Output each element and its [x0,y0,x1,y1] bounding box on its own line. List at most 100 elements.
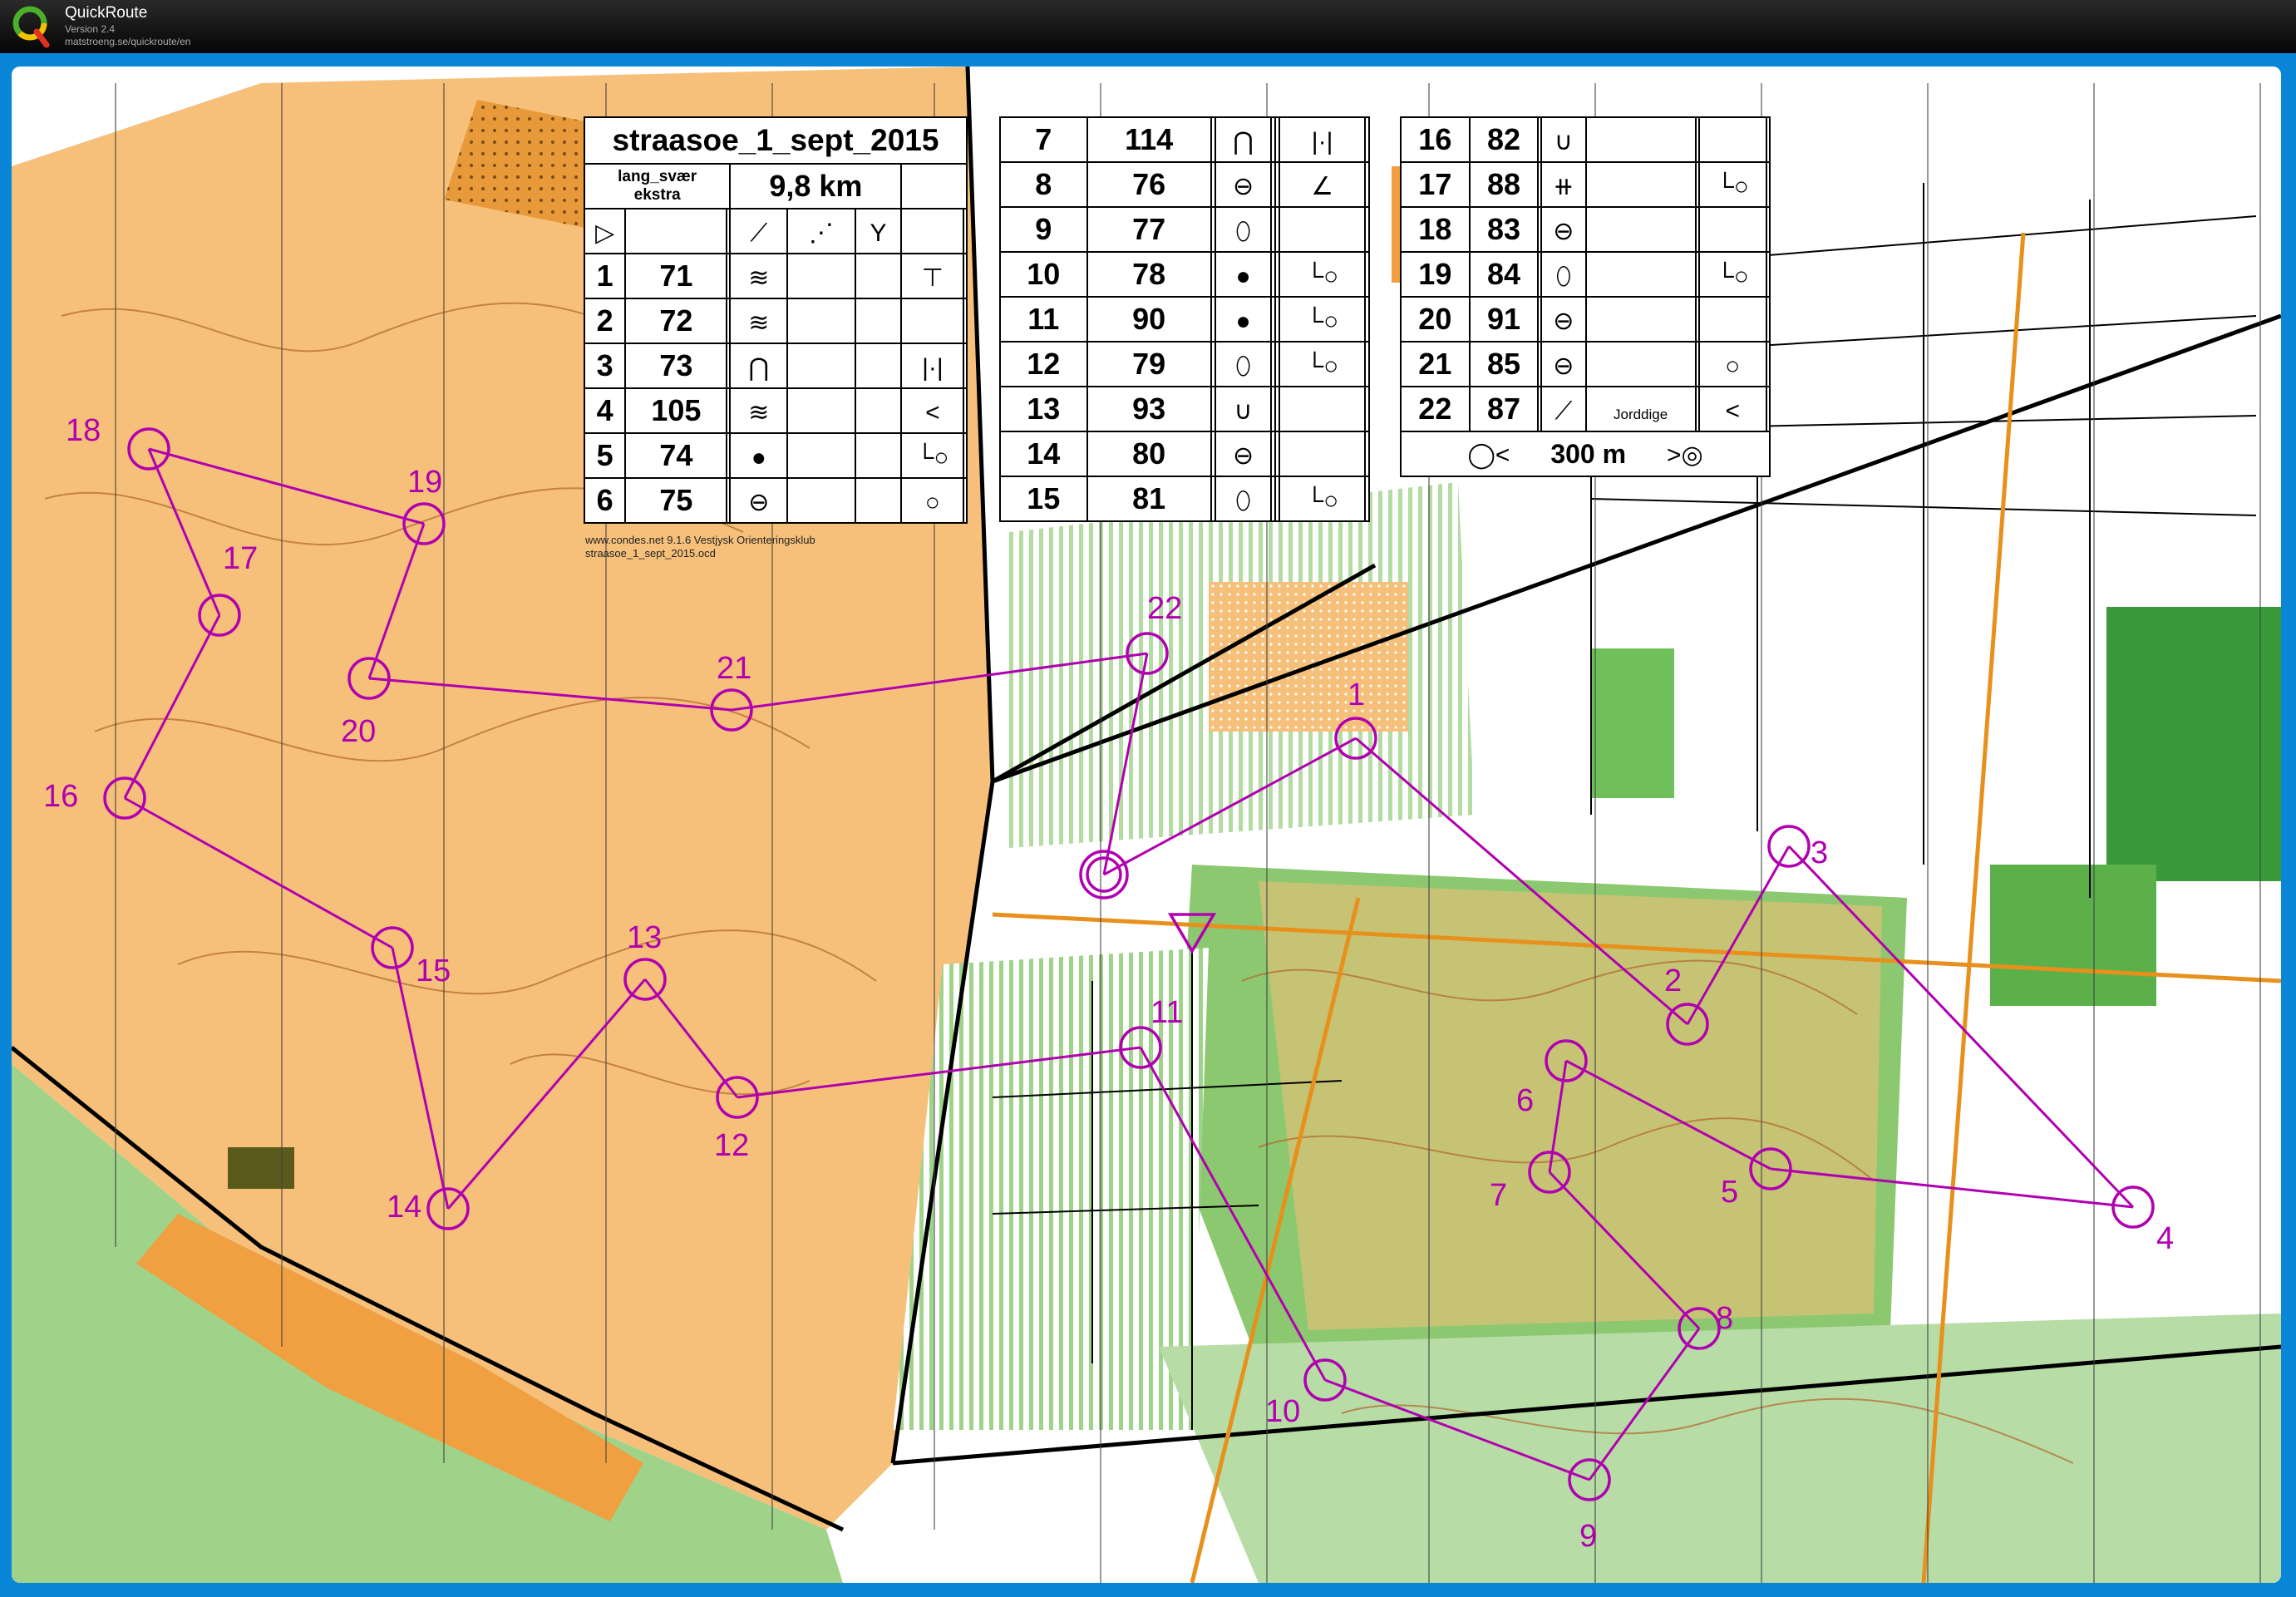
location-cell [1279,206,1366,253]
location-cell [1279,386,1366,432]
control-number: 9 [999,206,1088,253]
control-description-sheet-3: 16 82 ∪ 17 88 ⧺ └○ 18 83 ⊖ 19 84 ⬯ └○ 20 91 ⊖ 21 85 ⊖ ○ 22 87 ⟋… [1400,116,1771,477]
control-label: 16 [43,779,78,814]
description-row: 4 105 ≋ < [583,387,968,434]
extra-cell [1765,116,1771,163]
dimension-cell [854,432,903,479]
description-row: 1 71 ≋ ⊤ [583,253,968,299]
appearance-cell [1584,161,1697,208]
control-number: 4 [583,387,627,434]
control-number: 7 [999,116,1088,163]
control-number: 3 [583,343,627,389]
description-row: 15 81 ⬯ └○ [999,476,1370,522]
pit-icon: ∪ [1234,397,1253,425]
feature-cell: ⬯ [1214,476,1273,522]
feature-cell: ⧺ [1540,161,1587,208]
feature-cell: ⟋ [1540,386,1587,432]
control-number: 20 [1400,296,1471,343]
control-label: 4 [2156,1221,2174,1256]
thicket-dot-icon: ● [751,444,766,471]
control-number: 15 [999,476,1088,522]
control-number: 2 [583,298,627,344]
control-label: 21 [717,651,751,686]
depression-small-icon: ⊖ [1553,218,1574,245]
description-row: 18 83 ⊖ [1400,206,1771,253]
appearance-cell [786,343,856,389]
control-number: 6 [583,477,627,524]
extra-cell [1765,206,1771,253]
hill-icon: ⋂ [748,354,770,382]
extra-cell [1364,431,1370,477]
control-number: 14 [999,431,1088,477]
description-row: 9 77 ⬯ [999,206,1370,253]
location-cell: ○ [900,477,965,524]
appearance-cell [1584,206,1697,253]
appearance-cell [786,477,856,524]
description-row: 11 90 ● └○ [999,296,1370,343]
depression-small-icon: ⊖ [748,489,770,516]
control-code: 78 [1086,251,1212,298]
finish-circle-icon: ◯< [1467,441,1510,469]
foot-icon: └○ [1305,263,1339,290]
control-label: 10 [1265,1394,1300,1429]
appearance-cell [1584,251,1697,298]
control-number: 19 [1400,251,1471,298]
control-label: 18 [66,413,101,448]
control-code: 105 [624,387,728,434]
bend-icon: < [925,399,940,426]
hill-icon: ⋂ [1233,128,1254,155]
location-cell: |·| [900,343,965,389]
description-row: 7 114 ⋂ |·| [999,116,1370,163]
feature-cell: ⬯ [1214,206,1273,253]
control-label: 7 [1490,1178,1507,1213]
control-number: 16 [1400,116,1471,163]
description-row: 5 74 ● └○ [583,432,968,479]
feature-cell: ∪ [1540,116,1587,163]
dot-icon: ● [1235,263,1251,290]
control-label: 11 [1150,995,1183,1030]
control-label: 22 [1147,591,1182,626]
control-code: 85 [1468,341,1540,387]
extra-cell [1765,341,1771,387]
feature-cell: ⬯ [1540,251,1587,298]
control-code: 87 [1468,386,1540,432]
description-row: 6 75 ⊖ ○ [583,477,968,524]
extra-cell [1364,386,1370,432]
control-number: 10 [999,251,1088,298]
description-row: 16 82 ∪ [1400,116,1771,163]
extra-cell [963,253,968,299]
control-code: 90 [1086,296,1212,343]
description-row: 8 76 ⊖ ∠ [999,161,1370,208]
depression-small-icon: ⊖ [1232,442,1254,470]
location-cell: ∠ [1279,161,1366,208]
control-number: 17 [1400,161,1471,208]
side-mark-icon: |·| [1311,128,1333,155]
map-canvas[interactable]: 1 2 3 4 5 6 7 8 9 10 11 12 13 14 15 16 17 18 19 20 21 22 stra… [12,67,2281,1583]
dimension-cell [854,343,903,389]
feature-note: Jorddige [1613,407,1668,422]
feature-cell: ⊖ [1540,341,1587,387]
circle-side-icon: ○ [924,489,940,516]
credit-line1: www.condes.net 9.1.6 Vestjysk Orienterin… [585,534,815,546]
course-name: straasoe_1_sept_2015 [584,116,968,165]
control-label: 6 [1516,1083,1534,1118]
feature-cell: ≋ [729,298,789,344]
location-cell: └○ [900,432,965,479]
feature-cell: ⊖ [1540,296,1587,343]
control-code: 81 [1086,476,1212,522]
control-code: 88 [1468,161,1540,208]
extra-cell [1364,206,1370,253]
feature-cell: ⊖ [1214,161,1273,208]
extra-cell [1765,296,1771,343]
path-symbol-icon: ⟋ [729,208,789,254]
control-code: 91 [1468,296,1540,343]
control-code: 73 [624,343,728,389]
appearance-cell [786,298,856,344]
corner-icon: ∠ [1311,173,1334,200]
foot-icon: └○ [1305,308,1339,335]
description-row: 17 88 ⧺ └○ [1400,161,1771,208]
extra-cell [963,432,968,479]
app-title: QuickRoute [65,4,148,22]
control-label: 2 [1664,964,1682,998]
location-cell: └○ [1279,251,1366,298]
